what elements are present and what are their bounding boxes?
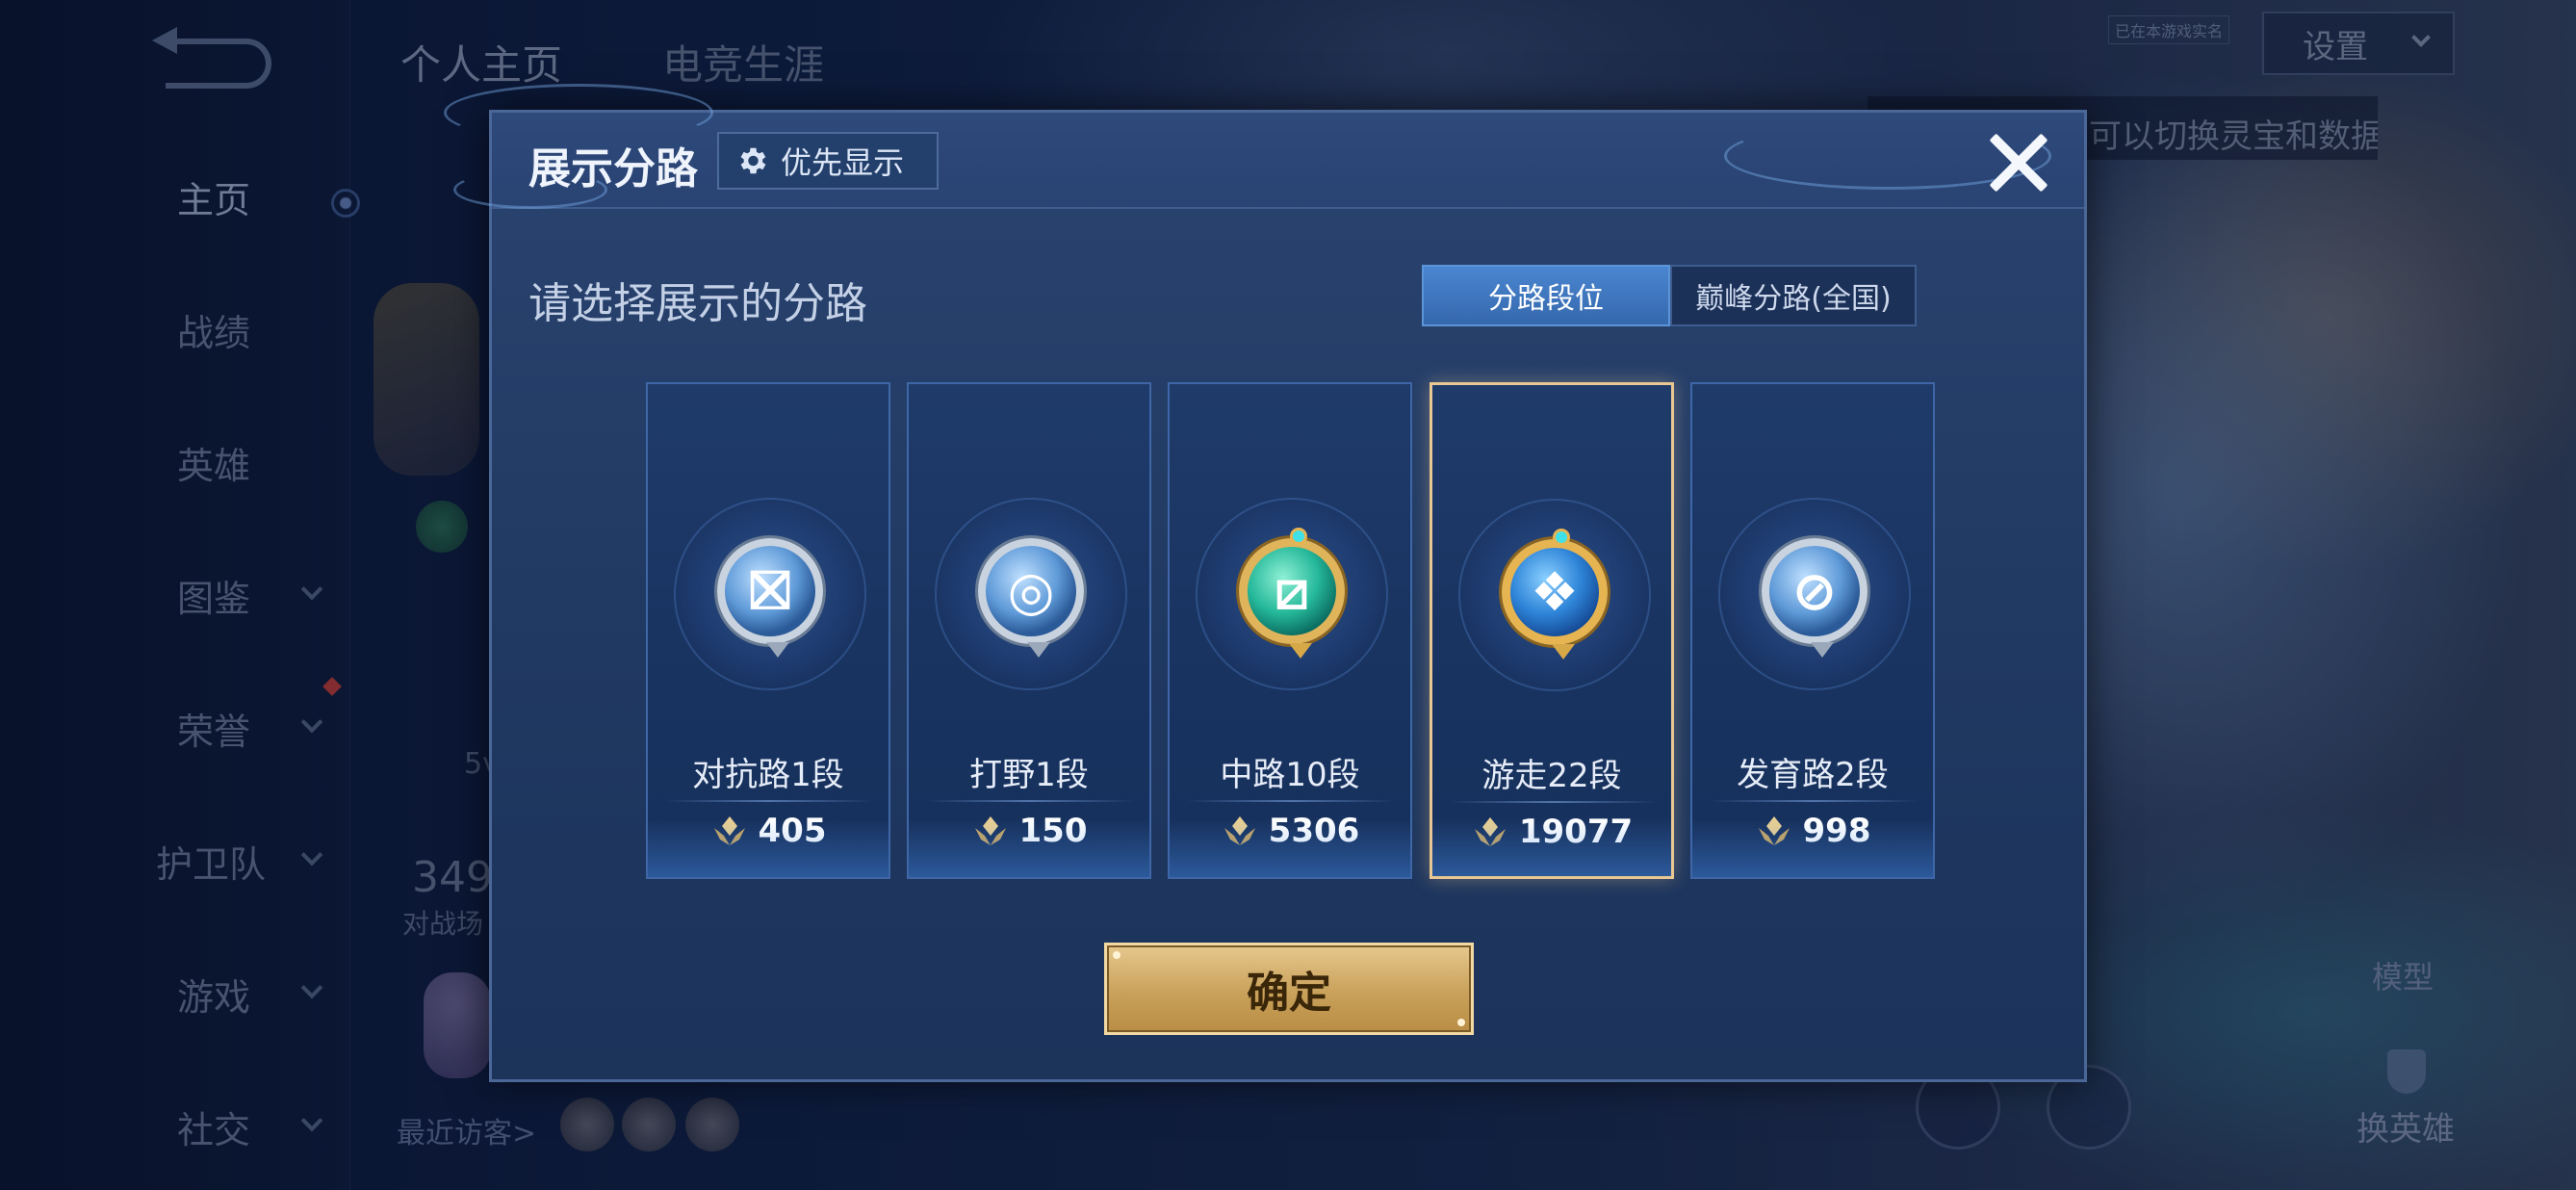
farm-lane-emblem-icon: ⊘ (1762, 538, 1868, 658)
rank-points-icon (1758, 816, 1790, 845)
mid-lane-emblem-icon: ⧄ (1239, 528, 1345, 659)
emblem-pin (1811, 642, 1834, 658)
lane-score: 150 (909, 812, 1149, 850)
decor-swirl (444, 84, 713, 142)
emblem-pin (1289, 643, 1312, 659)
rank-points-icon (1474, 817, 1506, 846)
dialog-title: 展示分路 (528, 144, 698, 194)
rank-points-icon (713, 816, 745, 845)
emblem-pin (1027, 642, 1050, 658)
roam-wings-emblem-icon: ❖ (1502, 529, 1608, 660)
gear-icon (740, 147, 766, 174)
divider (1710, 800, 1918, 802)
divider (1450, 801, 1658, 803)
emblem-gem-icon (1290, 528, 1307, 545)
tab-peak-lane-national[interactable]: 巅峰分路(全国) (1670, 265, 1917, 326)
lane-score-value: 405 (758, 812, 827, 850)
lane-card[interactable]: ❖ 游走22段 19077 (1430, 382, 1674, 879)
lane-rank-label: 对抗路1段 (692, 756, 844, 794)
tab-lane-rank[interactable]: 分路段位 (1422, 265, 1670, 326)
lane-score: 19077 (1432, 813, 1671, 851)
confirm-button[interactable]: 确定 (1104, 943, 1474, 1035)
lane-card[interactable]: ⊘ 发育路2段 998 (1690, 382, 1935, 879)
rank-points-icon (974, 816, 1006, 845)
lane-score-value: 19077 (1518, 813, 1634, 851)
divider (926, 800, 1134, 802)
jungle-dragon-emblem-icon: ◎ (978, 538, 1084, 658)
emblem-pin (1552, 644, 1575, 660)
dialog-subtitle: 请选择展示的分路 (528, 279, 867, 328)
rank-points-icon (1224, 816, 1255, 845)
decor-dot (1457, 1019, 1465, 1026)
lane-card[interactable]: ◎ 打野1段 150 (907, 382, 1151, 879)
priority-display-button[interactable]: 优先显示 (717, 132, 939, 190)
lane-score-value: 150 (1018, 812, 1088, 850)
lane-score: 5306 (1170, 812, 1410, 850)
lane-rank-label: 游走22段 (1481, 757, 1622, 795)
lane-rank-label: 中路10段 (1220, 756, 1360, 794)
confirm-label: 确定 (1247, 969, 1331, 1018)
emblem-pin (766, 642, 789, 658)
lane-score: 998 (1692, 812, 1933, 850)
decor-dot (1113, 951, 1121, 959)
emblem-gem-icon (1553, 529, 1570, 546)
lane-rank-label: 打野1段 (969, 756, 1089, 794)
lane-display-dialog: 展示分路 优先显示 请选择展示的分路 分路段位 巅峰分路(全国) ⛝ 对抗路1段 4… (444, 84, 2087, 1082)
dialog-header: 展示分路 优先显示 (444, 84, 2084, 209)
divider (665, 800, 873, 802)
divider (1187, 800, 1395, 802)
lane-score-value: 998 (1802, 812, 1871, 850)
lane-card[interactable]: ⧄ 中路10段 5306 (1168, 382, 1412, 879)
lane-score-value: 5306 (1268, 812, 1360, 850)
priority-display-label: 优先显示 (781, 144, 905, 181)
lane-rank-label: 发育路2段 (1737, 756, 1889, 794)
lane-card[interactable]: ⛝ 对抗路1段 405 (646, 382, 890, 879)
lane-score: 405 (648, 812, 889, 850)
close-icon[interactable] (1986, 130, 2051, 195)
clash-lane-emblem-icon: ⛝ (717, 538, 823, 658)
